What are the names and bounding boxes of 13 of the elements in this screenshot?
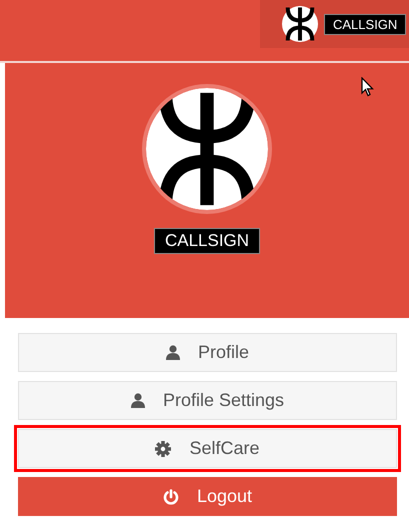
- user-icon: [166, 345, 180, 360]
- callsign-label: CALLSIGN: [154, 228, 260, 254]
- callsign-label: CALLSIGN: [324, 14, 406, 34]
- emblem-icon: [282, 6, 318, 42]
- user-icon: [130, 393, 145, 408]
- power-icon: [162, 488, 179, 504]
- logout-button[interactable]: Logout: [18, 477, 397, 516]
- gear-icon: [155, 440, 172, 456]
- cursor-icon: [361, 77, 374, 97]
- profile-button[interactable]: Profile: [18, 333, 397, 372]
- settings-button[interactable]: Profile Settings: [18, 381, 397, 420]
- user-menu[interactable]: CALLSIGN: [260, 0, 409, 48]
- selfcare-button[interactable]: SelfCare: [18, 429, 397, 468]
